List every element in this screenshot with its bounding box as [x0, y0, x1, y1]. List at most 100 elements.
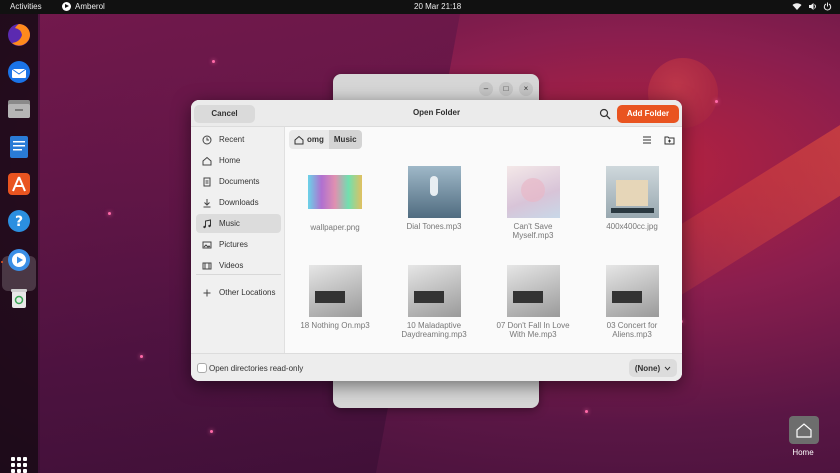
top-bar: Activities Amberol 20 Mar 21:18: [0, 0, 840, 14]
dialog-header: Cancel Open Folder Add Folder: [191, 100, 682, 127]
sidebar-item-recent[interactable]: Recent: [196, 130, 281, 149]
file-name: Dial Tones.mp3: [406, 222, 462, 231]
sidebar-item-label: Pictures: [219, 240, 248, 249]
wallpaper-star: [212, 60, 215, 63]
file-thumbnail: [506, 265, 560, 317]
breadcrumb-music[interactable]: Music: [328, 130, 362, 149]
sidebar-item-label: Music: [219, 219, 240, 228]
app-menu[interactable]: Amberol: [62, 2, 105, 11]
home-icon: [796, 423, 812, 438]
sidebar-item-label: Downloads: [219, 198, 259, 207]
file-name: 18 Nothing On.mp3: [300, 321, 370, 330]
amberol-icon[interactable]: [6, 247, 32, 273]
readonly-label[interactable]: Open directories read-only: [209, 364, 303, 373]
download-icon: [201, 197, 213, 209]
readonly-checkbox[interactable]: [197, 363, 207, 373]
file-name: Can't Save Myself.mp3: [512, 222, 554, 240]
new-folder-button[interactable]: [660, 131, 678, 149]
sidebar-item-other-locations[interactable]: Other Locations: [196, 283, 281, 302]
home-icon: [201, 155, 213, 167]
dock: ?: [0, 14, 38, 473]
filter-label: (None): [634, 363, 661, 373]
amberol-icon: [62, 2, 71, 11]
maximize-button[interactable]: □: [499, 82, 513, 96]
wallpaper-star: [108, 212, 111, 215]
file-thumbnail: [506, 166, 560, 218]
file-name: 10 Maladaptive Daydreaming.mp3: [401, 321, 467, 339]
file-thumbnail: [407, 166, 461, 218]
file-item[interactable]: Dial Tones.mp3: [389, 166, 479, 231]
sidebar-item-home[interactable]: Home: [196, 151, 281, 170]
sidebar-item-pictures[interactable]: Pictures: [196, 235, 281, 254]
new-folder-icon: [664, 136, 674, 145]
search-icon[interactable]: [599, 108, 611, 120]
thunderbird-icon[interactable]: [6, 59, 32, 85]
wallpaper-star: [210, 430, 213, 433]
file-thumbnail: [308, 265, 362, 317]
sidebar-item-label: Recent: [219, 135, 245, 144]
wallpaper-star: [715, 100, 718, 103]
files-icon[interactable]: [6, 96, 32, 122]
file-name: 400x400cc.jpg: [606, 222, 658, 231]
file-item[interactable]: 400x400cc.jpg: [587, 166, 677, 231]
sidebar-item-label: Videos: [219, 261, 244, 270]
wifi-icon: [792, 3, 802, 11]
file-thumbnail: [308, 175, 362, 209]
running-indicator: [1, 261, 3, 263]
file-thumbnail: [407, 265, 461, 317]
plus-icon: [201, 287, 213, 299]
help-icon[interactable]: ?: [6, 208, 32, 234]
app-center-icon[interactable]: [6, 171, 32, 197]
file-item[interactable]: Can't Save Myself.mp3: [488, 166, 578, 240]
app-menu-label: Amberol: [75, 2, 105, 11]
close-button[interactable]: ×: [519, 82, 533, 96]
music-icon: [201, 218, 213, 230]
file-item[interactable]: wallpaper.png: [290, 166, 380, 232]
list-view-button[interactable]: [638, 131, 656, 149]
list-icon: [643, 136, 651, 144]
sidebar-item-downloads[interactable]: Downloads: [196, 193, 281, 212]
chevron-down-icon: [664, 366, 671, 371]
firefox-icon[interactable]: [6, 22, 32, 48]
home-icon: [294, 135, 304, 144]
file-thumbnail: [605, 265, 659, 317]
clock[interactable]: 20 Mar 21:18: [414, 2, 461, 11]
sidebar-item-videos[interactable]: Videos: [196, 256, 281, 275]
system-status-area[interactable]: [792, 2, 832, 11]
file-item[interactable]: 07 Don't Fall In Love With Me.mp3: [488, 265, 578, 339]
file-thumbnail: [605, 166, 659, 218]
minimize-button[interactable]: –: [479, 82, 493, 96]
video-icon: [201, 260, 213, 272]
volume-icon: [809, 3, 816, 10]
file-item[interactable]: 10 Maladaptive Daydreaming.mp3: [389, 265, 479, 339]
desktop-home-label[interactable]: Home: [780, 448, 826, 457]
activities-button[interactable]: Activities: [10, 2, 42, 11]
clock-icon: [201, 134, 213, 146]
document-icon: [201, 176, 213, 188]
wallpaper-star: [140, 355, 143, 358]
picture-icon: [201, 239, 213, 251]
wallpaper-star: [585, 410, 588, 413]
show-apps-icon[interactable]: [11, 457, 27, 473]
sidebar-item-label: Other Locations: [219, 288, 276, 297]
add-folder-button[interactable]: Add Folder: [617, 105, 679, 123]
file-filter-dropdown[interactable]: (None): [629, 359, 677, 377]
file-item[interactable]: 03 Concert for Aliens.mp3: [587, 265, 677, 339]
breadcrumb-home[interactable]: omg: [289, 130, 329, 149]
writer-icon[interactable]: [6, 134, 32, 160]
breadcrumb-label: omg: [307, 135, 324, 144]
desktop-home-icon[interactable]: [789, 416, 819, 444]
file-name: 03 Concert for Aliens.mp3: [606, 321, 658, 339]
sidebar-separator: [196, 274, 281, 275]
sidebar-item-documents[interactable]: Documents: [196, 172, 281, 191]
file-name: 07 Don't Fall In Love With Me.mp3: [496, 321, 570, 339]
power-icon: [823, 2, 832, 11]
dialog-footer: Open directories read-only (None): [191, 353, 682, 381]
file-item[interactable]: 18 Nothing On.mp3: [290, 265, 380, 330]
sidebar-item-music[interactable]: Music: [196, 214, 281, 233]
svg-text:?: ?: [15, 214, 23, 230]
trash-icon[interactable]: [6, 285, 32, 311]
sidebar-item-label: Home: [219, 156, 241, 165]
sidebar-item-label: Documents: [219, 177, 260, 186]
path-bar: omg Music: [289, 130, 362, 149]
